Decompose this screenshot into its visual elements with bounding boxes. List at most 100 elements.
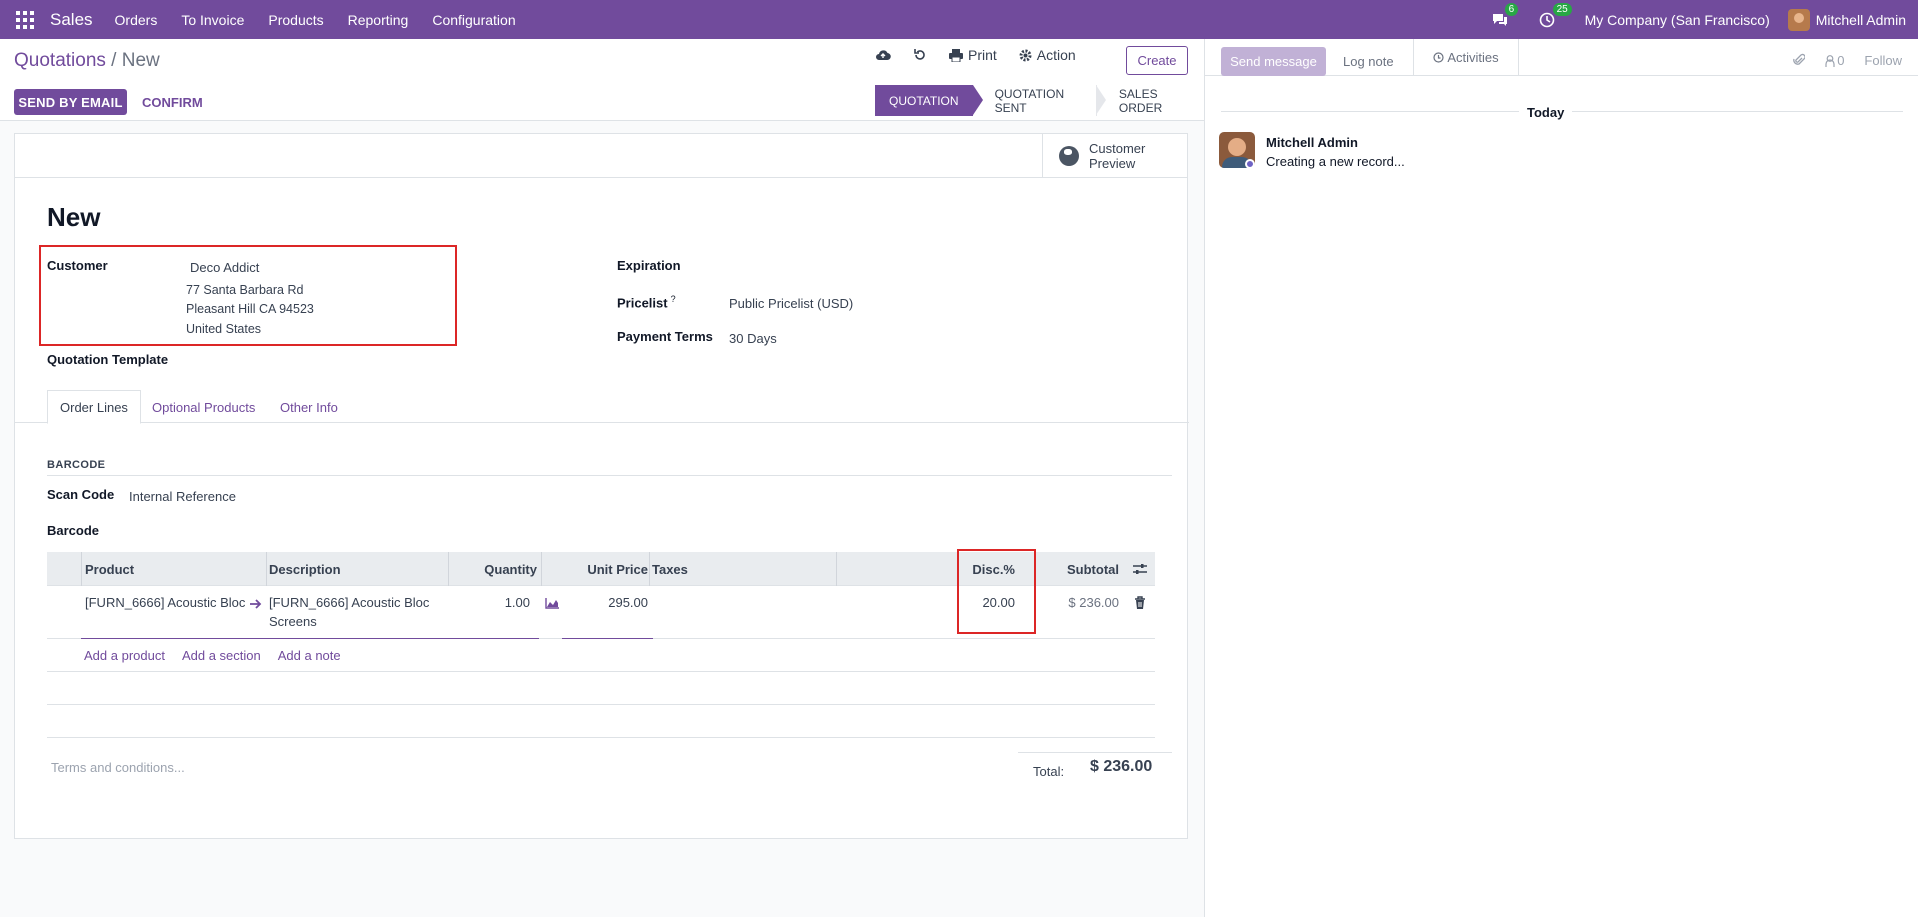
create-button[interactable]: Create xyxy=(1126,46,1188,75)
menu-configuration[interactable]: Configuration xyxy=(432,12,515,28)
apps-menu-icon[interactable] xyxy=(14,9,36,31)
tab-optional-products[interactable]: Optional Products xyxy=(140,390,267,424)
customer-field[interactable]: Deco Addict xyxy=(190,260,259,275)
scan-code-field[interactable]: Internal Reference xyxy=(129,489,236,504)
customer-preview-label-1: Customer xyxy=(1089,141,1146,156)
message-author[interactable]: Mitchell Admin xyxy=(1266,135,1358,150)
action-button[interactable]: Action xyxy=(1019,47,1076,63)
activities-button[interactable]: Activities xyxy=(1413,39,1519,76)
row-description-line-2[interactable]: Screens xyxy=(269,612,317,631)
user-menu[interactable]: Mitchell Admin xyxy=(1816,12,1906,28)
messages-systray[interactable]: 6 xyxy=(1491,2,1519,28)
row-product[interactable]: [FURN_6666] Acoustic Bloc xyxy=(85,593,245,612)
quotation-template-label: Quotation Template xyxy=(47,352,169,367)
tab-other-info[interactable]: Other Info xyxy=(268,390,350,424)
trash-icon[interactable] xyxy=(1134,596,1146,609)
user-avatar[interactable] xyxy=(1787,8,1810,31)
expiration-label: Expiration xyxy=(617,258,681,273)
stage-quotation[interactable]: QUOTATION xyxy=(875,85,983,116)
app-name[interactable]: Sales xyxy=(50,10,93,30)
empty-row xyxy=(47,672,1155,705)
menu-reporting[interactable]: Reporting xyxy=(348,12,409,28)
activities-systray[interactable]: 25 xyxy=(1539,2,1572,28)
notebook-tabs: Order Lines Optional Products Other Info xyxy=(15,390,1189,424)
terms-and-conditions-field[interactable]: Terms and conditions... xyxy=(51,760,185,775)
customer-preview-button[interactable]: Customer Preview xyxy=(1042,134,1187,178)
print-button[interactable]: Print xyxy=(949,47,997,63)
pricelist-help-icon[interactable]: ? xyxy=(671,294,676,304)
row-subtotal: $ 236.00 xyxy=(1068,595,1119,610)
barcode-section-title: BARCODE xyxy=(47,459,106,471)
menu-products[interactable]: Products xyxy=(268,12,323,28)
barcode-label: Barcode xyxy=(47,523,100,538)
col-unit-price[interactable]: Unit Price xyxy=(587,552,648,586)
chatter-right-tools: 0 Follow xyxy=(1793,53,1902,68)
pricelist-field[interactable]: Public Pricelist (USD) xyxy=(729,296,853,311)
print-label: Print xyxy=(968,47,997,63)
forecast-chart-icon[interactable] xyxy=(545,598,559,609)
breadcrumb-quotations[interactable]: Quotations xyxy=(14,50,106,71)
gear-icon xyxy=(1019,49,1032,61)
col-subtotal[interactable]: Subtotal xyxy=(1067,552,1119,586)
payment-terms-field[interactable]: 30 Days xyxy=(729,331,777,346)
scan-code-label: Scan Code xyxy=(47,487,115,502)
button-box: Customer Preview xyxy=(15,134,1187,178)
menu-orders[interactable]: Orders xyxy=(115,12,158,28)
send-by-email-button[interactable]: SEND BY EMAIL xyxy=(14,89,127,115)
stage-sales-order[interactable]: SALES ORDER xyxy=(1095,85,1204,116)
messages-count-badge: 6 xyxy=(1504,2,1519,16)
col-description[interactable]: Description xyxy=(269,552,341,586)
add-section-link[interactable]: Add a section xyxy=(182,648,261,663)
row-unit-price[interactable]: 295.00 xyxy=(608,593,648,612)
customer-address-line-3: United States xyxy=(186,322,262,336)
confirm-button[interactable]: CONFIRM xyxy=(142,95,203,110)
clock-icon xyxy=(1539,12,1554,27)
print-icon xyxy=(949,48,963,62)
tab-order-lines[interactable]: Order Lines xyxy=(47,390,141,424)
col-taxes[interactable]: Taxes xyxy=(652,552,688,586)
payment-terms-label: Payment Terms xyxy=(617,329,713,344)
save-cloud-icon[interactable] xyxy=(875,48,891,62)
product-field-underline xyxy=(81,638,539,639)
breadcrumb: Quotations / New xyxy=(14,50,160,72)
statusbar: QUOTATION QUOTATION SENT SALES ORDER xyxy=(875,85,1204,116)
pricelist-label-text: Pricelist xyxy=(617,295,668,311)
discount-highlight-box xyxy=(957,549,1036,634)
customer-address-line-2: Pleasant Hill CA 94523 xyxy=(186,302,314,316)
chatter-panel: Send message Log note Activities 0 Follo… xyxy=(1204,39,1918,917)
menu-to-invoice[interactable]: To Invoice xyxy=(181,12,244,28)
col-quantity[interactable]: Quantity xyxy=(484,552,537,586)
action-label: Action xyxy=(1036,47,1076,63)
optional-columns-icon[interactable] xyxy=(1133,563,1147,575)
add-line-row: Add a product Add a section Add a note xyxy=(47,640,1155,672)
company-switcher[interactable]: My Company (San Francisco) xyxy=(1585,12,1770,28)
control-panel: Quotations / New Print Action Create SEN… xyxy=(0,39,1204,121)
discard-undo-icon[interactable] xyxy=(913,48,927,62)
section-divider xyxy=(47,475,1172,476)
follow-button[interactable]: Follow xyxy=(1864,53,1902,68)
total-label: Total: xyxy=(1033,764,1065,779)
row-description-line-1[interactable]: [FURN_6666] Acoustic Bloc xyxy=(269,593,429,612)
price-field-underline xyxy=(562,638,653,639)
activities-label: Activities xyxy=(1447,50,1499,65)
add-note-link[interactable]: Add a note xyxy=(278,648,341,663)
total-value: $ 236.00 xyxy=(1090,758,1153,775)
form-sheet: Customer Preview New Customer Deco Addict… xyxy=(14,133,1189,839)
totals-divider xyxy=(1018,752,1172,753)
chatter-topbar: Send message Log note Activities 0 Follo… xyxy=(1205,39,1918,76)
internal-link-arrow-icon[interactable] xyxy=(250,599,262,609)
activities-count-badge: 25 xyxy=(1552,2,1572,16)
top-navbar: Sales Orders To Invoice Products Reporti… xyxy=(0,0,1918,39)
send-message-button[interactable]: Send message xyxy=(1221,47,1326,76)
stage-quotation-sent[interactable]: QUOTATION SENT xyxy=(973,85,1107,116)
col-product[interactable]: Product xyxy=(85,552,134,586)
add-product-link[interactable]: Add a product xyxy=(84,648,165,663)
form-toolbar: Print Action xyxy=(875,47,1076,63)
online-status-icon xyxy=(1245,159,1255,169)
paperclip-icon[interactable] xyxy=(1793,53,1806,67)
log-note-button[interactable]: Log note xyxy=(1343,54,1394,69)
row-quantity[interactable]: 1.00 xyxy=(505,593,530,612)
followers-button[interactable]: 0 xyxy=(1825,53,1844,68)
breadcrumb-current: New xyxy=(121,50,160,71)
pricelist-label: Pricelist? xyxy=(617,294,676,310)
